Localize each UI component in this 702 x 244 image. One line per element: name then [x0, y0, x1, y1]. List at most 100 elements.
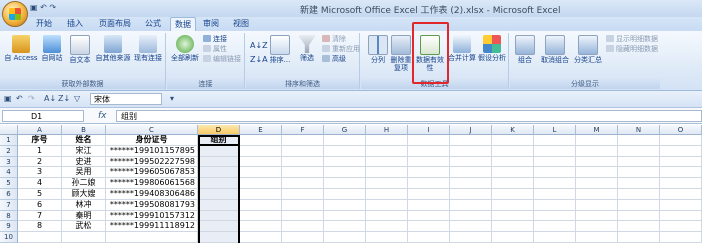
cell-m8[interactable]	[576, 210, 618, 222]
reapply-button[interactable]: 重新应用	[322, 45, 360, 54]
cell-i7[interactable]	[408, 199, 450, 211]
cell-j1[interactable]	[450, 135, 492, 146]
cell-c9[interactable]: ******199911118912	[106, 221, 198, 233]
cell-b2[interactable]: 宋江	[62, 145, 106, 157]
cell-b6[interactable]: 顾大嫂	[62, 189, 106, 200]
fx-icon[interactable]: fx	[98, 110, 112, 122]
cell-e10[interactable]	[240, 232, 282, 243]
row-header[interactable]: 1	[0, 135, 18, 146]
column-header-l[interactable]: L	[534, 125, 576, 135]
sort-button[interactable]: 排序...	[266, 35, 294, 64]
cell-j9[interactable]	[450, 221, 492, 233]
cell-c5[interactable]: ******199806061568	[106, 178, 198, 189]
cell-c4[interactable]: ******199605067853	[106, 167, 198, 179]
cell-f4[interactable]	[282, 167, 324, 179]
cell-h2[interactable]	[366, 145, 408, 157]
column-header-o[interactable]: O	[660, 125, 702, 135]
cell-a5[interactable]: 4	[18, 178, 62, 189]
from-web-button[interactable]: 自网站	[38, 35, 66, 62]
cell-i4[interactable]	[408, 167, 450, 179]
cell-h7[interactable]	[366, 199, 408, 211]
cell-o9[interactable]	[660, 221, 702, 233]
cell-f5[interactable]	[282, 178, 324, 189]
cell-j7[interactable]	[450, 199, 492, 211]
cell-l8[interactable]	[534, 210, 576, 222]
cell-o4[interactable]	[660, 167, 702, 179]
column-header-k[interactable]: K	[492, 125, 534, 135]
cell-n5[interactable]	[618, 178, 660, 189]
sort-desc-icon[interactable]: Z↓	[58, 94, 70, 103]
hide-detail-button[interactable]: 隐藏明细数据	[606, 45, 658, 54]
cell-j2[interactable]	[450, 145, 492, 157]
cell-f2[interactable]	[282, 145, 324, 157]
cell-m2[interactable]	[576, 145, 618, 157]
cell-h9[interactable]	[366, 221, 408, 233]
column-header-b[interactable]: B	[62, 125, 106, 135]
column-header-i[interactable]: I	[408, 125, 450, 135]
cell-n2[interactable]	[618, 145, 660, 157]
cell-e4[interactable]	[240, 167, 282, 179]
sort-asc-icon[interactable]: A↓	[44, 94, 56, 103]
from-other-sources-button[interactable]: 自其他来源	[94, 35, 132, 62]
cell-o1[interactable]	[660, 135, 702, 146]
cell-f6[interactable]	[282, 189, 324, 200]
cell-e1[interactable]	[240, 135, 282, 146]
cell-n3[interactable]	[618, 156, 660, 168]
remove-duplicates-button[interactable]: 删除重复项	[390, 35, 412, 72]
tab-formulas[interactable]: 公式	[142, 17, 164, 31]
cell-c7[interactable]: ******199508081793	[106, 199, 198, 211]
cell-k10[interactable]	[492, 232, 534, 243]
cell-n6[interactable]	[618, 189, 660, 200]
row-header[interactable]: 7	[0, 199, 18, 211]
cell-b9[interactable]: 武松	[62, 221, 106, 233]
text-to-columns-button[interactable]: 分列	[367, 35, 389, 64]
cell-k5[interactable]	[492, 178, 534, 189]
cell-g4[interactable]	[324, 167, 366, 179]
cell-h8[interactable]	[366, 210, 408, 222]
cell-m3[interactable]	[576, 156, 618, 168]
cell-a2[interactable]: 1	[18, 145, 62, 157]
cell-h10[interactable]	[366, 232, 408, 243]
cell-g3[interactable]	[324, 156, 366, 168]
row-header[interactable]: 4	[0, 167, 18, 179]
cell-f3[interactable]	[282, 156, 324, 168]
spreadsheet-grid[interactable]: A B C D E F G H I J K L M N O 1 序号 姓名 身份证号 组别 2 1 宋江 ******1991…	[0, 125, 702, 244]
cell-e7[interactable]	[240, 199, 282, 211]
cell-j6[interactable]	[450, 189, 492, 200]
formula-input[interactable]: 组别	[116, 110, 702, 122]
cell-a9[interactable]: 8	[18, 221, 62, 233]
cell-n9[interactable]	[618, 221, 660, 233]
cell-l7[interactable]	[534, 199, 576, 211]
row-header[interactable]: 10	[0, 232, 18, 243]
cell-f1[interactable]	[282, 135, 324, 146]
cell-c10[interactable]	[106, 232, 198, 243]
cell-l9[interactable]	[534, 221, 576, 233]
cell-i9[interactable]	[408, 221, 450, 233]
select-all-corner[interactable]	[0, 125, 18, 135]
show-detail-button[interactable]: 显示明细数据	[606, 35, 658, 44]
cell-o10[interactable]	[660, 232, 702, 243]
filter-icon[interactable]: ▽	[74, 94, 80, 103]
cell-f8[interactable]	[282, 210, 324, 222]
column-header-j[interactable]: J	[450, 125, 492, 135]
cell-b3[interactable]: 史进	[62, 156, 106, 168]
tab-view[interactable]: 视图	[230, 17, 252, 31]
cell-i3[interactable]	[408, 156, 450, 168]
cell-e2[interactable]	[240, 145, 282, 157]
cell-m5[interactable]	[576, 178, 618, 189]
cell-l6[interactable]	[534, 189, 576, 200]
refresh-all-button[interactable]: 全部刷新	[169, 35, 201, 62]
column-header-f[interactable]: F	[282, 125, 324, 135]
cell-k3[interactable]	[492, 156, 534, 168]
column-header-a[interactable]: A	[18, 125, 62, 135]
cell-o7[interactable]	[660, 199, 702, 211]
column-header-c[interactable]: C	[106, 125, 198, 135]
cell-o6[interactable]	[660, 189, 702, 200]
row-header[interactable]: 3	[0, 156, 18, 168]
existing-connections-button[interactable]: 现有连接	[132, 35, 164, 62]
cell-f7[interactable]	[282, 199, 324, 211]
cell-e3[interactable]	[240, 156, 282, 168]
cell-b4[interactable]: 吴用	[62, 167, 106, 179]
cell-h5[interactable]	[366, 178, 408, 189]
save-icon[interactable]: ▣	[4, 94, 12, 103]
